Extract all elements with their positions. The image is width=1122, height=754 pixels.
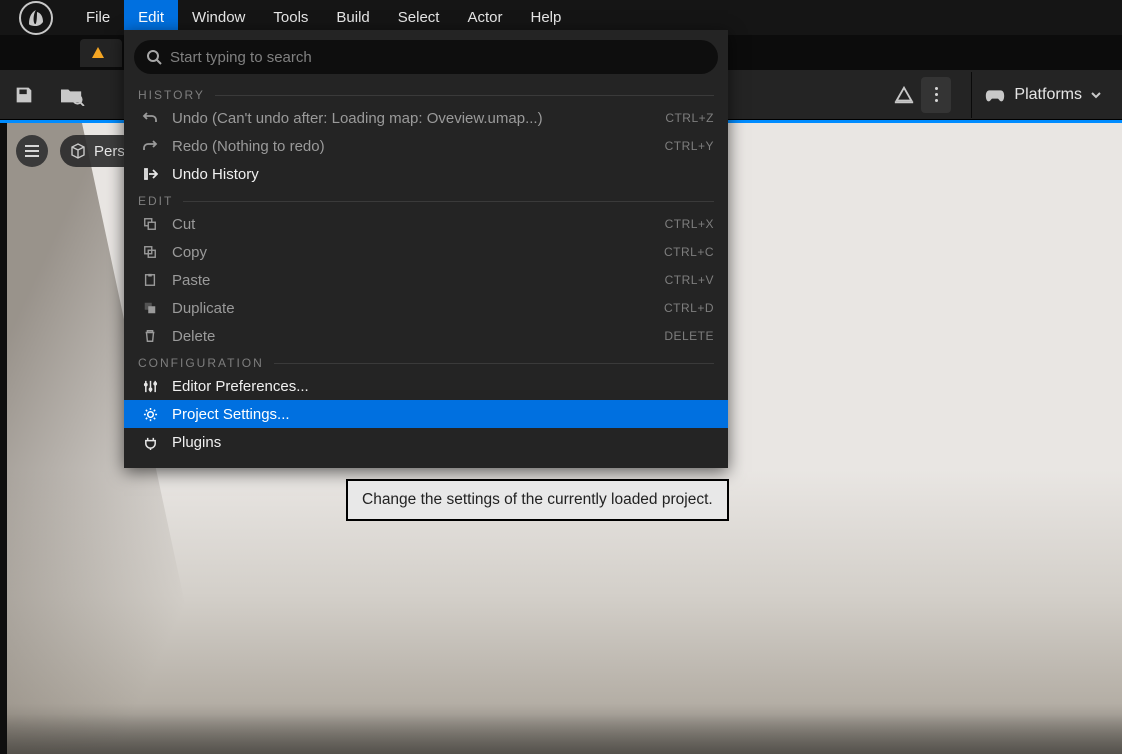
menu-search-input[interactable] [170, 49, 706, 66]
gamepad-icon [984, 86, 1006, 104]
menu-copy[interactable]: Copy CTRL+C [124, 238, 728, 266]
section-configuration: CONFIGURATION [124, 350, 728, 372]
section-edit-label: EDIT [138, 194, 173, 208]
menu-file[interactable]: File [72, 0, 124, 35]
chevron-down-icon [1090, 89, 1102, 101]
menu-undo-history[interactable]: Undo History [124, 160, 728, 188]
trash-icon [138, 329, 162, 343]
section-edit: EDIT [124, 188, 728, 210]
menu-paste[interactable]: Paste CTRL+V [124, 266, 728, 294]
menu-redo-shortcut: CTRL+Y [665, 139, 714, 153]
section-history: HISTORY [124, 82, 728, 104]
menu-delete-shortcut: DELETE [664, 329, 714, 343]
section-configuration-label: CONFIGURATION [138, 356, 264, 370]
gear-icon [138, 407, 162, 422]
menu-delete-label: Delete [172, 328, 654, 345]
menu-cut-shortcut: CTRL+X [665, 217, 714, 231]
menu-search[interactable] [134, 40, 718, 74]
app-logo [0, 0, 72, 35]
menu-duplicate[interactable]: Duplicate CTRL+D [124, 294, 728, 322]
level-tab[interactable] [80, 39, 122, 67]
cube-icon [70, 143, 86, 159]
menu-plugins[interactable]: Plugins [124, 428, 728, 456]
menu-cut[interactable]: Cut CTRL+X [124, 210, 728, 238]
section-history-label: HISTORY [138, 88, 205, 102]
menu-paste-label: Paste [172, 272, 655, 289]
search-icon [146, 49, 162, 65]
menu-redo-label: Redo (Nothing to redo) [172, 138, 655, 155]
undo-icon [138, 110, 162, 126]
viewport-options-button[interactable] [16, 135, 48, 167]
duplicate-icon [138, 301, 162, 315]
platforms-dropdown[interactable]: Platforms [984, 86, 1122, 104]
redo-icon [138, 138, 162, 154]
cut-icon [138, 217, 162, 231]
menu-redo[interactable]: Redo (Nothing to redo) CTRL+Y [124, 132, 728, 160]
menu-editor-preferences-label: Editor Preferences... [172, 378, 714, 395]
paste-icon [138, 273, 162, 287]
browse-button[interactable] [48, 74, 96, 116]
menu-copy-shortcut: CTRL+C [664, 245, 714, 259]
menu-duplicate-shortcut: CTRL+D [664, 301, 714, 315]
menu-delete[interactable]: Delete DELETE [124, 322, 728, 350]
menu-undo-shortcut: CTRL+Z [665, 111, 714, 125]
menu-project-settings-label: Project Settings... [172, 406, 714, 423]
menu-plugins-label: Plugins [172, 434, 714, 451]
save-button[interactable] [0, 74, 48, 116]
mode-icon [893, 84, 915, 106]
undo-history-icon [138, 166, 162, 182]
menu-cut-label: Cut [172, 216, 655, 233]
plug-icon [138, 435, 162, 450]
menu-paste-shortcut: CTRL+V [665, 273, 714, 287]
menu-editor-preferences[interactable]: Editor Preferences... [124, 372, 728, 400]
platforms-label: Platforms [1014, 86, 1082, 104]
menu-copy-label: Copy [172, 244, 654, 261]
menu-undo-history-label: Undo History [172, 166, 704, 183]
tooltip: Change the settings of the currently loa… [346, 479, 729, 521]
perspective-label: Pers [94, 143, 125, 160]
sliders-icon [138, 379, 162, 394]
menu-project-settings[interactable]: Project Settings... [124, 400, 728, 428]
edit-menu-dropdown: HISTORY Undo (Can't undo after: Loading … [124, 30, 728, 468]
menu-undo-label: Undo (Can't undo after: Loading map: Ove… [172, 110, 655, 127]
menu-duplicate-label: Duplicate [172, 300, 654, 317]
menu-undo[interactable]: Undo (Can't undo after: Loading map: Ove… [124, 104, 728, 132]
toolbar-overflow-button[interactable] [921, 77, 951, 113]
copy-icon [138, 245, 162, 259]
